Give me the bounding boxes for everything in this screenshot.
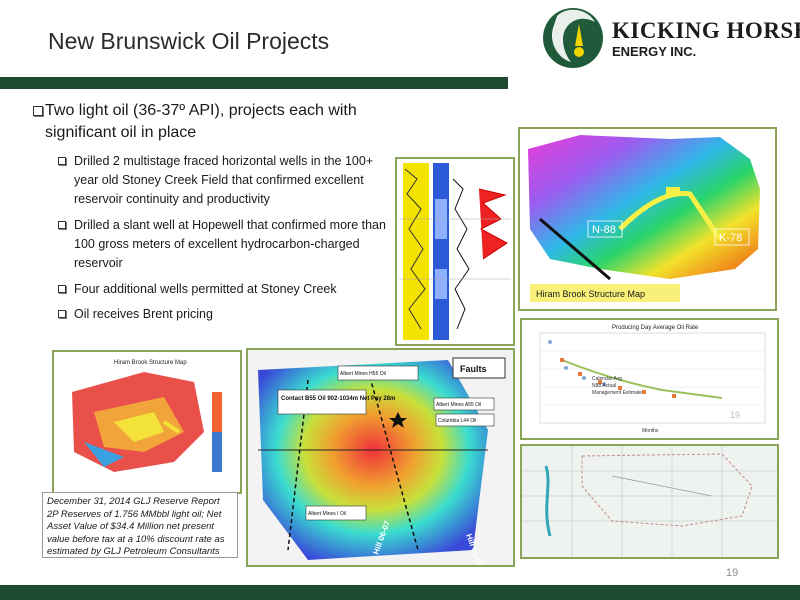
reserve-report-note: December 31, 2014 GLJ Reserve Report 2P … (42, 492, 238, 558)
sub-bullet: Drilled 2 multistage fraced horizontal w… (58, 152, 389, 209)
sub-bullet-text: Oil receives Brent pricing (74, 307, 213, 321)
well-label-n88: N-88 (592, 224, 616, 236)
legend-management-estimate: Management Estimate (592, 390, 642, 396)
sub-bullet: Drilled a slant well at Hopewell that co… (58, 216, 389, 273)
callout-albert-i: Albert Mines I Oil (308, 511, 346, 517)
small-map-title: Hiram Brook Structure Map (114, 360, 187, 366)
bullet-icon (58, 221, 66, 229)
sub-bullet-text: Drilled a slant well at Hopewell that co… (74, 218, 386, 270)
main-bullet: Two light oil (36-37º API), projects eac… (33, 100, 405, 144)
page-number: 19 (726, 567, 739, 579)
callout-contact-b55: Contact B55 Oil 902-1034m Net Pay 28m (281, 396, 395, 402)
header-bar (0, 77, 508, 89)
logo-subtitle: ENERGY INC. (612, 44, 697, 59)
production-chart: Producing Day Average Oil Rate Calendar … (520, 318, 779, 440)
footer-bar (0, 585, 800, 600)
x-axis-label: Months (642, 428, 659, 434)
faults-map: Faults Contact B55 Oil 902-1034m Net Pay… (246, 348, 515, 567)
sub-bullet-text: Four additional wells permitted at Stone… (74, 282, 337, 296)
well-label-k78: K-78 (719, 232, 742, 244)
chart-page-marker: 19 (730, 410, 740, 420)
bullet-icon (33, 106, 43, 116)
callout-columbia-l44: Columbia L44 Oil (438, 418, 476, 424)
sub-bullet-text: Drilled 2 multistage fraced horizontal w… (74, 154, 374, 206)
legend-calendar-avg: Calendar Avg (592, 376, 622, 382)
legend-n88-actual: N88 Actual (592, 383, 616, 389)
chart-title: Producing Day Average Oil Rate (612, 325, 699, 331)
sub-bullet: Four additional wells permitted at Stone… (58, 280, 389, 299)
bullet-icon (58, 310, 66, 318)
faults-legend: Faults (460, 364, 487, 374)
small-structure-map: Hiram Brook Structure Map (52, 350, 242, 494)
well-log-image (395, 157, 515, 346)
callout-albert-h55: Albert Mines H55 Oil (340, 371, 386, 377)
sub-bullet: Oil receives Brent pricing (58, 305, 389, 324)
hiram-brook-structure-map: N-88 K-78 Hiram Brook Structure Map (518, 127, 777, 311)
land-map (520, 444, 779, 559)
bullet-icon (58, 157, 66, 165)
main-bullet-text: Two light oil (36-37º API), projects eac… (45, 102, 357, 141)
page-title: New Brunswick Oil Projects (48, 28, 330, 54)
logo-wordmark: KICKING HORSE (612, 18, 800, 43)
map-caption: Hiram Brook Structure Map (536, 289, 645, 299)
bullet-icon (58, 285, 66, 293)
callout-albert-a55: Albert Mines A55 Oil (436, 402, 481, 408)
